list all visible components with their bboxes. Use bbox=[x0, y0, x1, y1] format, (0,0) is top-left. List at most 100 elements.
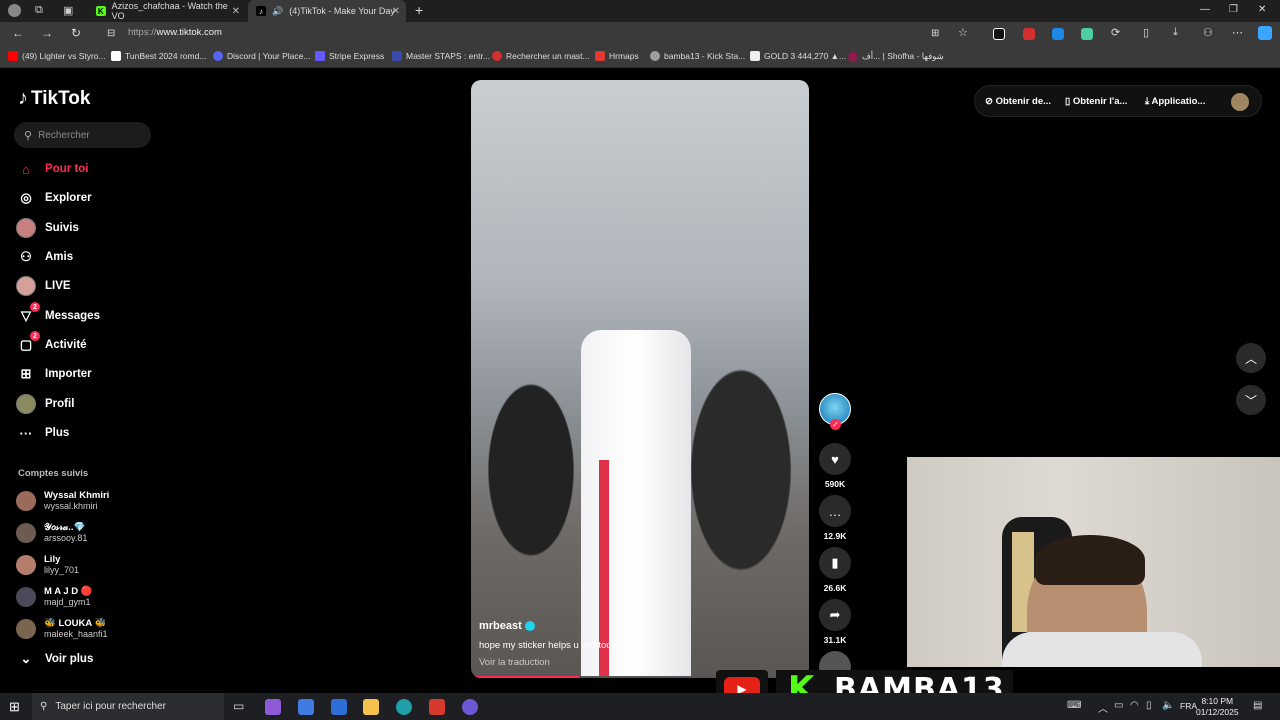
followed-account[interactable]: Lily lilyy_701 bbox=[16, 551, 79, 579]
get-coins-button[interactable]: ⊘ Obtenir de... bbox=[985, 96, 1051, 107]
close-tab-icon[interactable]: ✕ bbox=[392, 6, 400, 17]
keyboard-icon[interactable]: ⌨ bbox=[1067, 700, 1081, 711]
extension-icon[interactable] bbox=[1023, 28, 1035, 40]
workspaces-icon[interactable]: ⧉ bbox=[35, 4, 43, 17]
bookmark-item[interactable]: Rechercher un mast... bbox=[492, 51, 590, 61]
download-icon[interactable]: ⤓ bbox=[1173, 26, 1178, 39]
forward-icon[interactable]: → bbox=[41, 26, 53, 40]
nav-label: Explorer bbox=[45, 192, 92, 204]
mail-app-icon[interactable] bbox=[331, 699, 347, 715]
nav-activite[interactable]: ▢ 2 Activité bbox=[16, 331, 87, 356]
close-window-icon[interactable]: ✕ bbox=[1258, 4, 1266, 15]
bookmark-item[interactable]: bamba13 - Kick Sta... bbox=[650, 51, 745, 61]
bookmark-item[interactable]: Stripe Express bbox=[315, 51, 384, 61]
nav-plus[interactable]: ··· Plus bbox=[16, 422, 70, 444]
like-action[interactable]: ♥ 590K bbox=[819, 443, 851, 489]
followed-account[interactable]: M A J D 🔴 majd_gym1 bbox=[16, 583, 93, 611]
tab-actions-icon[interactable]: ▣ bbox=[63, 4, 73, 17]
restore-icon[interactable]: ❐ bbox=[1229, 4, 1238, 15]
bookmark-item[interactable]: Hrmaps bbox=[595, 51, 639, 61]
network-icon[interactable]: ▭ bbox=[1114, 700, 1123, 711]
copilot-icon[interactable] bbox=[1258, 26, 1272, 40]
bookmark-item[interactable]: أف... | Shofha - شوفها bbox=[848, 51, 944, 62]
get-app-button[interactable]: ▯ Obtenir l'a... bbox=[1065, 96, 1127, 107]
bookmark-action[interactable]: ▮ 26.6K bbox=[819, 547, 851, 593]
webcam-frame bbox=[1002, 632, 1202, 667]
bookmark-item[interactable]: (49) Lighter vs Styro... bbox=[8, 51, 106, 61]
follow-plus-icon[interactable]: ✓ bbox=[830, 419, 841, 430]
webcam-frame bbox=[1035, 535, 1145, 585]
previous-video-button[interactable]: ︿ bbox=[1236, 343, 1266, 373]
volume-icon[interactable]: 🔈 bbox=[1162, 700, 1174, 711]
avatar bbox=[16, 555, 36, 575]
followed-account[interactable]: 🐝 LOUKA 🐝 maleek_haanfi1 bbox=[16, 615, 108, 643]
translate-link[interactable]: Voir la traduction bbox=[479, 657, 550, 668]
comment-action[interactable]: … 12.9K bbox=[819, 495, 851, 541]
taskbar-search-input[interactable]: ⚲ Taper ici pour rechercher bbox=[32, 693, 224, 720]
vpn-icon[interactable]: ⚇ bbox=[1203, 26, 1213, 39]
bookmark-item[interactable]: GOLD 3 444,270 ▲... bbox=[750, 51, 846, 61]
profile-icon[interactable] bbox=[8, 4, 21, 17]
application-button[interactable]: ⤓ Applicatio... bbox=[1145, 96, 1205, 107]
task-view-icon[interactable]: ▭ bbox=[233, 699, 249, 715]
nav-importer[interactable]: ⊞ Importer bbox=[16, 363, 92, 385]
bookmark-label: Discord | Your Place... bbox=[227, 51, 311, 61]
nav-profil[interactable]: Profil bbox=[16, 393, 74, 415]
see-more-button[interactable]: ⌄ Voir plus bbox=[16, 648, 94, 670]
tab-kick[interactable]: K Azizos_chafchaa - Watch the VO ✕ bbox=[88, 0, 246, 22]
followed-account[interactable]: Wyssal Khmiri wyssal.khmiri bbox=[16, 487, 109, 515]
extensions-icon[interactable]: ⟳ bbox=[1111, 26, 1120, 39]
video-author[interactable]: mrbeast bbox=[479, 620, 535, 632]
menu-dots-icon[interactable]: ⋯ bbox=[1232, 26, 1243, 39]
next-video-button[interactable]: ﹀ bbox=[1236, 385, 1266, 415]
avatar bbox=[16, 587, 36, 607]
copilot-app-icon[interactable] bbox=[265, 699, 281, 715]
nav-pour-toi[interactable]: ⌂ Pour toi bbox=[16, 158, 88, 180]
nav-explorer[interactable]: ◎ Explorer bbox=[16, 187, 92, 209]
speaker-icon[interactable]: 🔊 bbox=[272, 6, 283, 17]
url-field[interactable]: https://www.tiktok.com bbox=[128, 27, 222, 38]
extension-icon[interactable] bbox=[1052, 28, 1064, 40]
tab-tiktok[interactable]: ♪ 🔊 (4)TikTok - Make Your Day ✕ bbox=[248, 0, 406, 22]
file-explorer-icon[interactable] bbox=[363, 699, 379, 715]
close-tab-icon[interactable]: ✕ bbox=[232, 6, 240, 17]
bookmark-item[interactable]: Discord | Your Place... bbox=[213, 51, 310, 61]
app-icon[interactable] bbox=[429, 699, 445, 715]
nav-suivis[interactable]: Suivis bbox=[16, 217, 79, 239]
video-player[interactable]: mrbeast hope my sticker helps u win toda… bbox=[471, 80, 809, 678]
store-app-icon[interactable] bbox=[298, 699, 314, 715]
minimize-icon[interactable]: — bbox=[1200, 4, 1210, 15]
share-action[interactable]: ➦ 31.1K bbox=[819, 599, 851, 645]
nav-label: Messages bbox=[45, 310, 100, 322]
tray-expand-icon[interactable]: ︿ bbox=[1098, 700, 1108, 715]
system-clock[interactable]: 8:10 PM 01/12/2025 bbox=[1196, 696, 1239, 718]
extension-icon[interactable] bbox=[1081, 28, 1093, 40]
back-icon[interactable]: ← bbox=[12, 26, 24, 40]
followed-account[interactable]: 𝒴𝑜𝓈𝓇𝒶..💎 arssooy.81 bbox=[16, 519, 87, 547]
new-tab-button[interactable]: + bbox=[415, 2, 423, 18]
edge-browser-icon[interactable] bbox=[396, 699, 412, 715]
top-actions: ⊘ Obtenir de... ▯ Obtenir l'a... ⤓ Appli… bbox=[974, 85, 1262, 117]
nav-amis[interactable]: ⚇ Amis bbox=[16, 246, 73, 268]
notifications-icon[interactable]: ▤ bbox=[1253, 700, 1262, 711]
extension-icon[interactable] bbox=[993, 28, 1005, 40]
discord-app-icon[interactable] bbox=[462, 699, 478, 715]
get-app-label: Obtenir l'a... bbox=[1072, 96, 1128, 107]
user-avatar[interactable] bbox=[1231, 93, 1249, 111]
windows-start-icon[interactable]: ⊞ bbox=[9, 699, 20, 715]
site-info-icon[interactable]: ⊟ bbox=[107, 28, 115, 39]
search-input[interactable]: ⚲ Rechercher bbox=[14, 122, 151, 148]
input-language[interactable]: FRA bbox=[1180, 701, 1197, 711]
tiktok-logo[interactable]: ♪ TikTok bbox=[18, 87, 90, 110]
get-coins-label: Obtenir de... bbox=[995, 96, 1052, 107]
bookmark-item[interactable]: TunBest 2024 romd... bbox=[111, 51, 206, 61]
reload-icon[interactable]: ↻ bbox=[71, 26, 81, 40]
wifi-icon[interactable]: ◠ bbox=[1130, 700, 1139, 711]
nav-live[interactable]: LIVE bbox=[16, 275, 71, 297]
favorite-star-icon[interactable]: ☆ bbox=[958, 26, 968, 39]
app-available-icon[interactable]: ⊞ bbox=[931, 28, 939, 39]
bookmark-item[interactable]: Master STAPS : entr... bbox=[392, 51, 490, 61]
battery-icon[interactable]: ▯ bbox=[1146, 700, 1152, 711]
nav-messages[interactable]: ▽ 2 Messages bbox=[16, 302, 100, 327]
split-screen-icon[interactable]: ▯ bbox=[1143, 26, 1149, 39]
